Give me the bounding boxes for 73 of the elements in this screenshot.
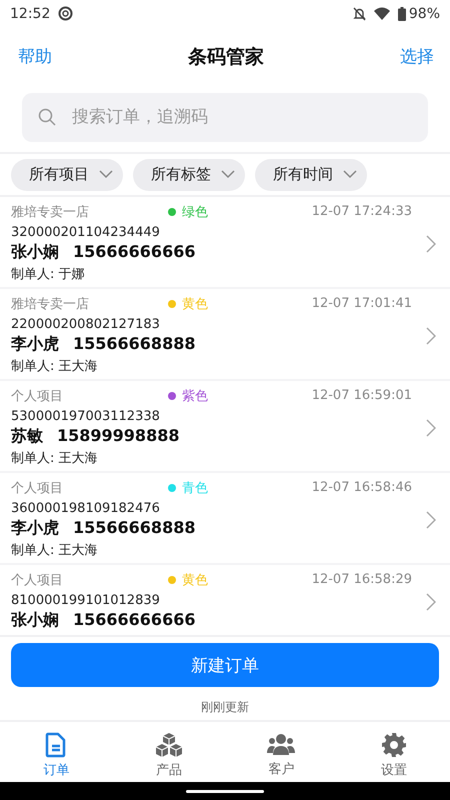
customer-name: 苏敏 bbox=[11, 426, 43, 447]
order-maker: 制单人: 于娜 bbox=[11, 266, 86, 283]
order-row[interactable]: 个人项目 青色 12-07 16:58:46 360000198109182476 李小虎 15566668888 制单人: 王大海 bbox=[0, 472, 450, 565]
order-maker: 制单人: 王大海 bbox=[11, 542, 99, 559]
store-name: 雅培专卖一店 bbox=[11, 204, 90, 221]
tag-label: 紫色 bbox=[182, 388, 208, 405]
search-bar[interactable]: 搜索订单，追溯码 bbox=[22, 92, 428, 142]
update-status: 刚刚更新 bbox=[0, 687, 450, 722]
tag-label: 青色 bbox=[182, 480, 208, 497]
order-time: 12-07 17:01:41 bbox=[312, 296, 412, 312]
order-row[interactable]: 雅培专卖一店 黄色 12-07 17:01:41 220000200802127183 李小虎 15566668888 制单人: 王大海 bbox=[0, 288, 450, 381]
tag-label: 黄色 bbox=[182, 296, 208, 313]
chevron-right-icon bbox=[426, 510, 436, 529]
order-code: 360000198109182476 bbox=[11, 500, 161, 516]
tag-label: 黄色 bbox=[182, 572, 208, 589]
tag-label: 绿色 bbox=[182, 204, 208, 221]
phone-number: 15566668888 bbox=[73, 334, 196, 355]
phone-number: 15666666666 bbox=[73, 242, 196, 263]
chevron-right-icon bbox=[426, 326, 436, 345]
phone-number: 15899998888 bbox=[57, 426, 180, 447]
people-icon bbox=[267, 732, 296, 757]
home-indicator[interactable] bbox=[186, 790, 264, 793]
chevron-right-icon bbox=[426, 234, 436, 253]
phone-number: 15566668888 bbox=[73, 518, 196, 539]
help-button[interactable]: 帮助 bbox=[18, 45, 52, 68]
new-order-button[interactable]: 新建订单 bbox=[11, 643, 439, 688]
order-time: 12-07 16:59:01 bbox=[312, 388, 412, 404]
data-saver-icon bbox=[58, 6, 74, 22]
filter-dropdown[interactable]: 所有时间 bbox=[255, 158, 367, 191]
document-icon bbox=[45, 732, 68, 758]
chevron-right-icon bbox=[426, 592, 436, 611]
customer-name: 李小虎 bbox=[11, 334, 59, 355]
filter-dropdown[interactable]: 所有项目 bbox=[11, 158, 123, 191]
customer-name: 张小娴 bbox=[11, 610, 59, 631]
store-name: 个人项目 bbox=[11, 388, 64, 405]
tab[interactable]: 订单 bbox=[0, 726, 112, 779]
order-time: 12-07 16:58:29 bbox=[312, 572, 412, 588]
clock-time: 12:52 bbox=[10, 6, 50, 22]
order-code: 220000200802127183 bbox=[11, 316, 161, 332]
order-code: 530000197003112338 bbox=[11, 408, 161, 424]
select-button[interactable]: 选择 bbox=[400, 45, 434, 68]
order-code: 810000199101012839 bbox=[11, 592, 161, 608]
tab[interactable]: 产品 bbox=[112, 726, 225, 779]
page-title: 条码管家 bbox=[188, 44, 264, 70]
tab[interactable]: 客户 bbox=[225, 726, 338, 778]
chevron-down-icon bbox=[343, 170, 357, 180]
store-name: 个人项目 bbox=[11, 572, 64, 589]
chevron-down-icon bbox=[99, 170, 113, 180]
chevron-right-icon bbox=[426, 418, 436, 437]
order-row[interactable]: 雅培专卖一店 绿色 12-07 17:24:33 320000201104234449 张小娴 15666666666 制单人: 于娜 bbox=[0, 196, 450, 289]
order-time: 12-07 16:58:46 bbox=[312, 480, 412, 496]
chevron-down-icon bbox=[221, 170, 235, 180]
order-maker: 制单人: 王大海 bbox=[11, 450, 99, 467]
battery-level: 98% bbox=[408, 6, 440, 22]
muted-bell-icon bbox=[352, 6, 366, 21]
customer-name: 李小虎 bbox=[11, 518, 59, 539]
order-row[interactable]: 个人项目 黄色 12-07 16:58:29 810000199101012839 张小娴 15666666666 bbox=[0, 564, 450, 636]
store-name: 雅培专卖一店 bbox=[11, 296, 90, 313]
tab[interactable]: 设置 bbox=[338, 726, 450, 779]
settings-icon bbox=[380, 732, 407, 758]
wifi-icon bbox=[374, 7, 390, 20]
phone-number: 15666666666 bbox=[73, 610, 196, 631]
battery-icon bbox=[398, 6, 406, 21]
order-time: 12-07 17:24:33 bbox=[312, 204, 412, 220]
cubes-icon bbox=[154, 732, 183, 758]
store-name: 个人项目 bbox=[11, 480, 64, 497]
search-icon bbox=[38, 108, 56, 126]
filter-dropdown[interactable]: 所有标签 bbox=[133, 158, 245, 191]
order-code: 320000201104234449 bbox=[11, 224, 161, 240]
search-field[interactable]: 搜索订单，追溯码 bbox=[70, 96, 412, 138]
customer-name: 张小娴 bbox=[11, 242, 59, 263]
order-row[interactable]: 个人项目 紫色 12-07 16:59:01 530000197003112338 苏敏 15899998888 制单人: 王大海 bbox=[0, 380, 450, 473]
order-maker: 制单人: 王大海 bbox=[11, 358, 99, 375]
